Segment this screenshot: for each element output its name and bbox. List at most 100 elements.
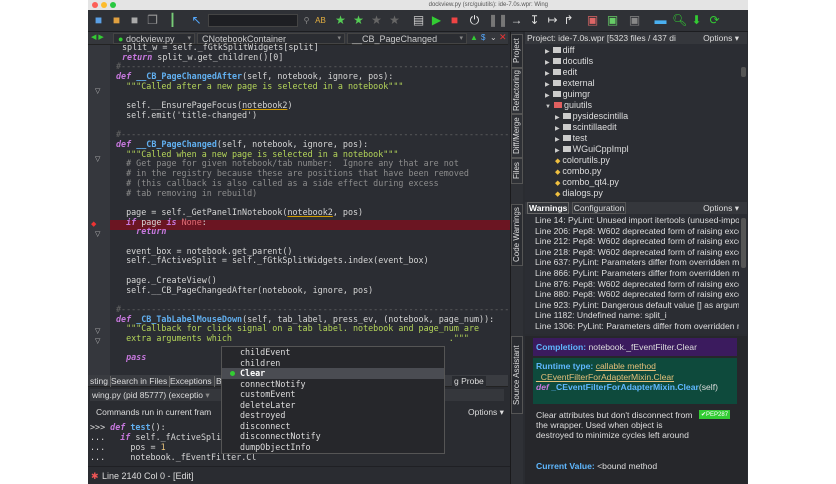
warning-item[interactable]: Line 1306: PyLint: Parameters differ fro… [535, 321, 739, 332]
search-icon[interactable]: ⚲ [300, 14, 313, 27]
tree-item[interactable]: ▶ scintillaedit [555, 122, 617, 133]
document-icon[interactable]: ▤ [412, 14, 425, 27]
tree-item[interactable]: ▶ diff [545, 45, 574, 56]
back-forward-icon[interactable]: ◀ ▶ [91, 33, 104, 41]
expanded-arrow-icon[interactable]: ▼ [545, 104, 551, 110]
warning-item[interactable]: Line 923: PyLint: Dangerous default valu… [535, 300, 739, 311]
autocomplete-item[interactable]: dumpObjectInfo [222, 442, 444, 453]
vtab-refactoring[interactable]: Refactoring [511, 68, 523, 114]
autocomplete-item[interactable]: children [222, 358, 444, 369]
python-icon[interactable]: $ [481, 33, 485, 42]
vtab-diff-merge[interactable]: Diff/Merge [511, 114, 523, 158]
warning-icon[interactable]: ▲ [470, 33, 478, 42]
collapsed-arrow-icon[interactable]: ▶ [555, 148, 560, 154]
close-icon[interactable]: ✕ [499, 32, 507, 43]
tree-item[interactable]: ▶ WGuiCppImpl [555, 144, 629, 155]
autocomplete-item[interactable]: Clear [222, 368, 444, 379]
next-bookmark-icon[interactable]: ★ [388, 14, 401, 27]
new-file-icon[interactable]: ■ [92, 14, 105, 27]
vtab-code-warnings[interactable]: Code Warnings [511, 204, 523, 266]
warnings-options-button[interactable]: Options ▾ [703, 202, 739, 214]
tree-item[interactable]: ▶ edit [545, 67, 577, 78]
tree-item[interactable]: ▼ guiutils [545, 100, 592, 111]
debug-down-icon[interactable]: ▣ [606, 14, 619, 27]
collapsed-arrow-icon[interactable]: ▶ [555, 126, 560, 132]
vtab-files[interactable]: Files [511, 158, 523, 184]
collapsed-arrow-icon[interactable]: ▶ [555, 137, 560, 143]
tree-item[interactable]: ▶ guimgr [545, 89, 590, 100]
fold-icon[interactable]: ▽ [95, 337, 100, 345]
tree-item[interactable]: ▶ external [545, 78, 595, 89]
bookmark-goto-icon[interactable]: ★ [352, 14, 365, 27]
pause-icon[interactable]: ❚❚ [488, 14, 508, 27]
vtab-source-assistant[interactable]: Source Assistant [511, 336, 523, 414]
warning-item[interactable]: Line 1182: Undefined name: split_i [535, 310, 739, 321]
collapsed-arrow-icon[interactable]: ▶ [555, 115, 560, 121]
project-options-button[interactable]: Options ▾ [703, 32, 739, 44]
tab-search-in-files[interactable]: Search in Files [109, 376, 171, 387]
step-into-icon[interactable]: ↧ [528, 14, 541, 27]
tree-item[interactable]: ▶ pysidescintilla [555, 111, 628, 122]
autocomplete-item[interactable]: childEvent [222, 347, 444, 358]
open-folder-icon[interactable]: ■ [110, 14, 123, 27]
save-icon[interactable]: ■ [128, 14, 141, 27]
autocomplete-item[interactable]: deleteLater [222, 400, 444, 411]
runtime-class-link[interactable]: _CEventFilterForAdapterMixin.Clear [536, 372, 674, 382]
autocomplete-item[interactable]: disconnectNotify [222, 431, 444, 442]
warning-item[interactable]: Line 206: Pep8: W602 deprecated form of … [535, 226, 739, 237]
warning-item[interactable]: Line 218: Pep8: W602 deprecated form of … [535, 247, 739, 258]
step-over-icon[interactable]: → [510, 14, 523, 27]
collapsed-arrow-icon[interactable]: ▶ [545, 82, 550, 88]
collapsed-arrow-icon[interactable]: ▶ [545, 60, 550, 66]
monitor-icon[interactable]: ▬ [654, 14, 667, 27]
runtime-type-link[interactable]: callable method [596, 361, 656, 371]
tab-warnings[interactable]: Warnings [527, 202, 570, 214]
power-icon[interactable]: ⏻ [468, 14, 481, 27]
stop-icon[interactable]: ■ [448, 14, 461, 27]
step-return-icon[interactable]: ↱ [562, 14, 575, 27]
warning-item[interactable]: Line 876: Pep8: W602 deprecated form of … [535, 279, 739, 290]
find-icon[interactable]: 🔍︎ [672, 14, 687, 27]
down-arrow-icon[interactable]: ⬇ [690, 14, 703, 27]
run-icon[interactable]: ▶ [430, 14, 443, 27]
warning-item[interactable]: Line 880: Pep8: W602 deprecated form of … [535, 289, 739, 300]
fold-icon[interactable]: ▽ [95, 155, 100, 163]
spellcheck-icon[interactable]: AB [314, 14, 327, 27]
autocomplete-item[interactable]: destroyed [222, 410, 444, 421]
prev-bookmark-icon[interactable]: ★ [370, 14, 383, 27]
collapsed-arrow-icon[interactable]: ▶ [545, 71, 550, 77]
debug-frame-icon[interactable]: ▣ [628, 14, 641, 27]
collapsed-arrow-icon[interactable]: ▶ [545, 93, 550, 99]
autocomplete-item[interactable]: customEvent [222, 389, 444, 400]
probe-options-button[interactable]: Options ▾ [468, 407, 504, 418]
project-scrollbar[interactable] [741, 67, 746, 77]
tab-debug-probe[interactable]: g Probe [452, 376, 486, 387]
breakpoint-icon[interactable]: ◆ [91, 220, 96, 228]
warning-item[interactable]: Line 866: PyLint: Parameters differ from… [535, 268, 739, 279]
tab-exceptions[interactable]: Exceptions [168, 376, 215, 387]
autocomplete-item[interactable]: connectNotify [222, 379, 444, 390]
warning-item[interactable]: Line 637: PyLint: Parameters differ from… [535, 257, 739, 268]
tree-item[interactable]: ▶ test [555, 133, 587, 144]
warning-item[interactable]: Line 212: Pep8: W602 deprecated form of … [535, 236, 739, 247]
options-chevron-icon[interactable]: ⌄ [490, 33, 497, 42]
function-selector[interactable]: __CB_PageChanged ▾ [347, 33, 467, 44]
warnings-scrollbar[interactable] [741, 218, 746, 268]
autocomplete-popup[interactable]: childEvent children Clear connectNotify cust… [221, 346, 445, 454]
fold-icon[interactable]: ▽ [95, 230, 100, 238]
tab-configuration[interactable]: Configuration [571, 202, 627, 214]
tab-testing[interactable]: sting [88, 376, 111, 387]
debug-up-icon[interactable]: ▣ [586, 14, 599, 27]
tree-item[interactable]: ▶ docutils [545, 56, 593, 67]
tree-item[interactable]: ◆ combo.py [555, 166, 601, 177]
tree-item[interactable]: ◆ dialogs.py [555, 188, 603, 199]
toolbar-search-input[interactable] [208, 14, 298, 27]
save-all-icon[interactable]: ❐ [146, 14, 159, 27]
indent-icon[interactable]: ┃ [166, 14, 179, 27]
autocomplete-item[interactable]: disconnect [222, 421, 444, 432]
refresh-icon[interactable]: ⟳ [708, 14, 721, 27]
tree-item[interactable]: ◆ colorutils.py [555, 155, 610, 166]
fold-icon[interactable]: ▽ [95, 87, 100, 95]
vtab-project[interactable]: Project [511, 34, 523, 68]
tree-item[interactable]: ◆ combo_qt4.py [555, 177, 619, 188]
